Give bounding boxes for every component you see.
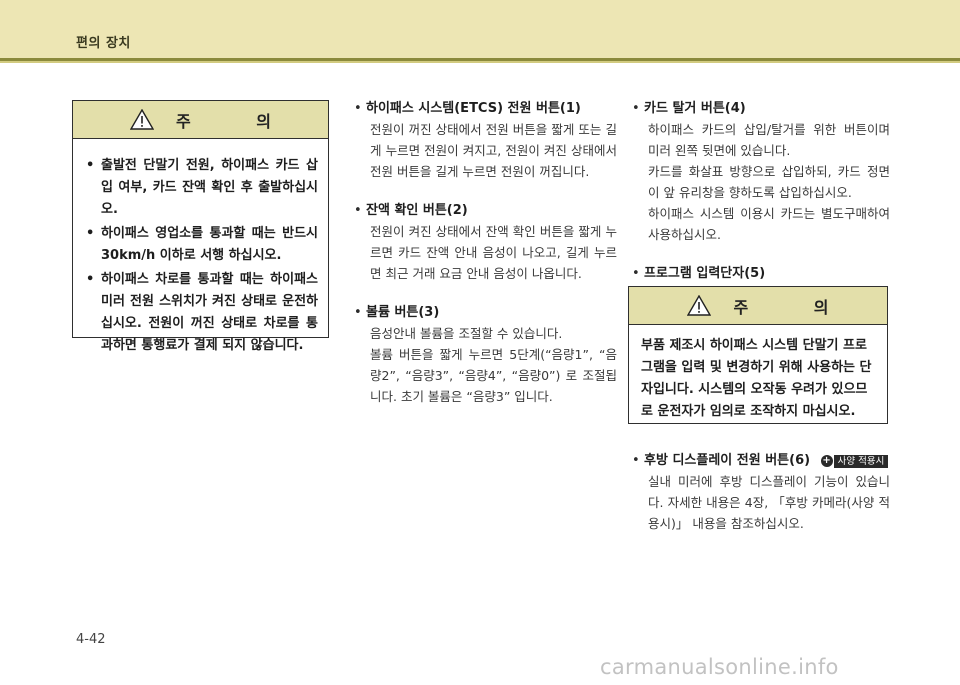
item-title: 카드 탈거 버튼(4) <box>644 101 746 116</box>
item-body: 전원이 켜진 상태에서 잔액 확인 버튼을 짧게 누르면 카드 잔액 안내 음성… <box>366 221 617 284</box>
item-title-text: 후방 디스플레이 전원 버튼(6) <box>644 453 811 468</box>
caution-header: 주 의 <box>73 101 328 139</box>
bullet: • <box>354 305 362 320</box>
item-title: 후방 디스플레이 전원 버튼(6) + 사양 적용시 <box>644 450 890 471</box>
middle-column: • 하이패스 시스템(ETCS) 전원 버튼(1) 전원이 꺼진 상태에서 전원… <box>354 98 617 425</box>
page-header: 편의 장치 <box>0 0 960 58</box>
right-caution-box: 주 의 부품 제조시 하이패스 시스템 단말기 프로그램을 입력 및 변경하기 … <box>628 286 888 424</box>
item-paragraph: 전원이 꺼진 상태에서 전원 버튼을 짧게 또는 길게 누르면 전원이 켜지고,… <box>370 122 617 179</box>
caution-text: 부품 제조시 하이패스 시스템 단말기 프로그램을 입력 및 변경하기 위해 사… <box>641 338 872 419</box>
item-body: 실내 미러에 후방 디스플레이 기능이 있습니다. 자세한 내용은 4장, 「후… <box>644 471 890 534</box>
caution-item: 하이패스 영업소를 통과할 때는 반드시 30km/h 이하로 서행 하십시오. <box>85 223 318 267</box>
left-caution-box: 주 의 출발전 단말기 전원, 하이패스 카드 삽입 여부, 카드 잔액 확인 … <box>72 100 329 353</box>
caution-header: 주 의 <box>629 287 887 325</box>
section-title: 편의 장치 <box>76 36 131 51</box>
item-paragraph: 카드를 화살표 방향으로 삽입하되, 카드 정면이 앞 유리창을 향하도록 삽입… <box>648 164 890 200</box>
plus-icon: + <box>820 455 833 467</box>
option-badge-text: 사양 적용시 <box>833 454 889 468</box>
bullet: • <box>632 266 640 281</box>
warning-triangle-icon <box>129 109 154 130</box>
item-body: 음성안내 볼륨을 조절할 수 있습니다. 볼륨 버튼을 짧게 누르면 5단계(“… <box>366 323 617 407</box>
header-rule-light <box>0 61 960 63</box>
item-body: 하이패스 카드의 삽입/탈거를 위한 버튼이며 미러 왼쪽 뒷면에 있습니다. … <box>644 119 890 245</box>
item-paragraph: 전원이 켜진 상태에서 잔액 확인 버튼을 짧게 누르면 카드 잔액 안내 음성… <box>370 224 617 281</box>
bullet: • <box>632 101 640 116</box>
right-column: • 카드 탈거 버튼(4) 하이패스 카드의 삽입/탈거를 위한 버튼이며 미러… <box>632 98 890 290</box>
item-paragraph: 음성안내 볼륨을 조절할 수 있습니다. <box>370 326 563 341</box>
item-paragraph: 볼륨 버튼을 짧게 누르면 5단계(“음량1”, “음량2”, “음량3”, “… <box>370 347 617 404</box>
card-eject-button-item: • 카드 탈거 버튼(4) 하이패스 카드의 삽입/탈거를 위한 버튼이며 미러… <box>632 98 890 245</box>
bullet: • <box>354 101 362 116</box>
caution-item: 하이패스 차로를 통과할 때는 하이패스미러 전원 스위치가 켜진 상태로 운전… <box>85 269 318 357</box>
item-title: 프로그램 입력단자(5) <box>644 266 766 281</box>
caution-list: 출발전 단말기 전원, 하이패스 카드 삽입 여부, 카드 잔액 확인 후 출발… <box>73 139 328 373</box>
page-number: 4-42 <box>76 632 106 647</box>
watermark: carmanualsonline.info <box>600 655 839 679</box>
warning-triangle-icon <box>687 295 712 316</box>
item-body: 전원이 꺼진 상태에서 전원 버튼을 짧게 또는 길게 누르면 전원이 켜지고,… <box>366 119 617 182</box>
balance-check-button-item: • 잔액 확인 버튼(2) 전원이 켜진 상태에서 잔액 확인 버튼을 짧게 누… <box>354 200 617 284</box>
caution-label: 주 의 <box>175 111 301 131</box>
item-paragraph: 하이패스 시스템 이용시 카드는 별도구매하여 사용하십시오. <box>648 206 890 242</box>
item-paragraph: 하이패스 카드의 삽입/탈거를 위한 버튼이며 미러 왼쪽 뒷면에 있습니다. <box>648 122 890 158</box>
bullet: • <box>632 453 640 468</box>
rear-display-power-button-item: • 후방 디스플레이 전원 버튼(6) + 사양 적용시 실내 미러에 후방 디… <box>632 450 890 534</box>
program-terminal-item: • 프로그램 입력단자(5) <box>632 263 890 284</box>
volume-button-item: • 볼륨 버튼(3) 음성안내 볼륨을 조절할 수 있습니다. 볼륨 버튼을 짧… <box>354 302 617 407</box>
item-title: 볼륨 버튼(3) <box>366 305 440 320</box>
caution-label: 주 의 <box>733 297 859 317</box>
item-paragraph: 실내 미러에 후방 디스플레이 기능이 있습니다. 자세한 내용은 4장, 「후… <box>648 474 890 531</box>
caution-item: 출발전 단말기 전원, 하이패스 카드 삽입 여부, 카드 잔액 확인 후 출발… <box>85 155 318 221</box>
etcs-power-button-item: • 하이패스 시스템(ETCS) 전원 버튼(1) 전원이 꺼진 상태에서 전원… <box>354 98 617 182</box>
bullet: • <box>354 203 362 218</box>
option-badge: + 사양 적용시 <box>820 454 889 469</box>
item-title: 하이패스 시스템(ETCS) 전원 버튼(1) <box>366 101 581 116</box>
item-title: 잔액 확인 버튼(2) <box>366 203 468 218</box>
